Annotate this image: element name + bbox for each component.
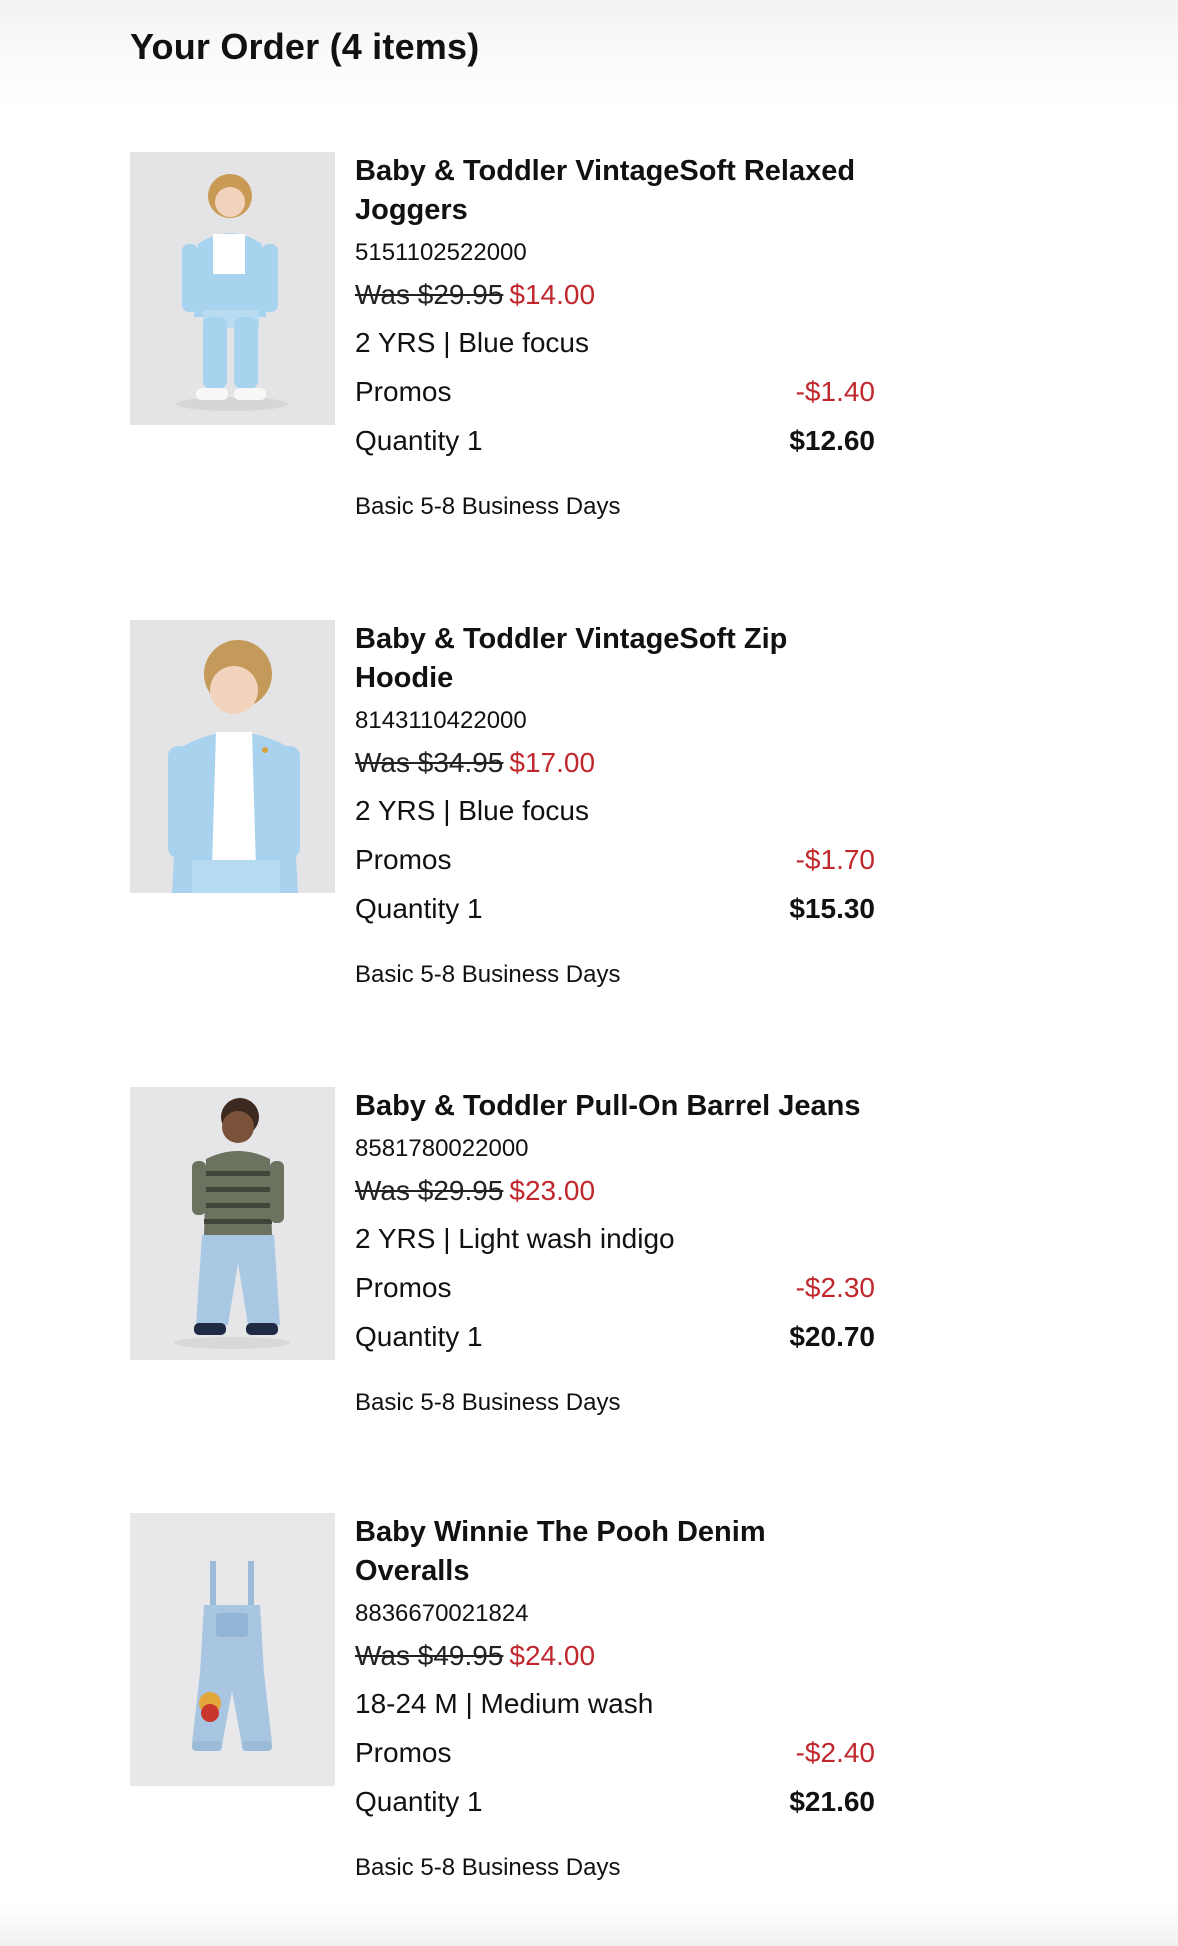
promos-label: Promos: [355, 1272, 452, 1303]
sale-price: $14.00: [509, 279, 596, 310]
quantity-row: Quantity 1 $20.70: [355, 1318, 875, 1356]
product-sku: 5151102522000: [355, 239, 527, 266]
quantity-row: Quantity 1 $21.60: [355, 1783, 875, 1821]
shipping-method: Basic 5-8 Business Days: [355, 493, 621, 520]
page-title: Your Order (4 items): [130, 26, 480, 67]
product-image[interactable]: [130, 1513, 335, 1786]
order-item: Baby & Toddler VintageSoft Zip Hoodie 81…: [130, 620, 890, 1040]
order-item: Baby & Toddler Pull-On Barrel Jeans 8581…: [130, 1087, 890, 1507]
promos-value: -$1.40: [795, 376, 875, 407]
size-color-variant: 18-24 M | Medium wash: [355, 1688, 654, 1719]
quantity-row: Quantity 1 $15.30: [355, 890, 875, 928]
sale-price: $17.00: [509, 747, 596, 778]
product-image[interactable]: [130, 620, 335, 893]
product-name[interactable]: Baby & Toddler Pull-On Barrel Jeans: [355, 1087, 875, 1126]
promos-row: Promos -$2.30: [355, 1269, 875, 1307]
quantity-label: Quantity 1: [355, 1321, 483, 1352]
price-line: Was $49.95 $24.00: [355, 1637, 875, 1675]
promos-label: Promos: [355, 376, 452, 407]
product-name[interactable]: Baby & Toddler VintageSoft Relaxed Jogge…: [355, 152, 875, 230]
promos-value: -$2.40: [795, 1737, 875, 1768]
shipping-method: Basic 5-8 Business Days: [355, 961, 621, 988]
size-color-variant: 2 YRS | Blue focus: [355, 327, 589, 358]
order-item: Baby Winnie The Pooh Denim Overalls 8836…: [130, 1513, 890, 1933]
quantity-label: Quantity 1: [355, 1786, 483, 1817]
product-sku: 8836670021824: [355, 1600, 529, 1627]
promos-value: -$2.30: [795, 1272, 875, 1303]
was-price: Was $34.95: [355, 747, 504, 778]
sale-price: $24.00: [509, 1640, 596, 1671]
was-price: Was $29.95: [355, 1175, 504, 1206]
product-image[interactable]: [130, 152, 335, 425]
price-line: Was $29.95 $23.00: [355, 1172, 875, 1210]
size-color-variant: 2 YRS | Light wash indigo: [355, 1223, 675, 1254]
footer-backdrop: [0, 1906, 1178, 1946]
item-details: Baby & Toddler Pull-On Barrel Jeans 8581…: [355, 1087, 875, 1420]
price-line: Was $34.95 $17.00: [355, 744, 875, 782]
quantity-row: Quantity 1 $12.60: [355, 422, 875, 460]
was-price: Was $29.95: [355, 279, 504, 310]
size-color-variant: 2 YRS | Blue focus: [355, 795, 589, 826]
was-price: Was $49.95: [355, 1640, 504, 1671]
sale-price: $23.00: [509, 1175, 596, 1206]
product-name[interactable]: Baby Winnie The Pooh Denim Overalls: [355, 1513, 875, 1591]
line-total: $20.70: [789, 1321, 875, 1352]
promos-label: Promos: [355, 1737, 452, 1768]
quantity-label: Quantity 1: [355, 425, 483, 456]
promos-row: Promos -$2.40: [355, 1734, 875, 1772]
item-details: Baby & Toddler VintageSoft Zip Hoodie 81…: [355, 620, 875, 992]
product-sku: 8143110422000: [355, 707, 527, 734]
quantity-label: Quantity 1: [355, 893, 483, 924]
product-sku: 8581780022000: [355, 1135, 529, 1162]
product-image[interactable]: [130, 1087, 335, 1360]
line-total: $21.60: [789, 1786, 875, 1817]
line-total: $12.60: [789, 425, 875, 456]
promos-value: -$1.70: [795, 844, 875, 875]
item-details: Baby & Toddler VintageSoft Relaxed Jogge…: [355, 152, 875, 524]
price-line: Was $29.95 $14.00: [355, 276, 875, 314]
promos-row: Promos -$1.40: [355, 373, 875, 411]
promos-label: Promos: [355, 844, 452, 875]
order-item: Baby & Toddler VintageSoft Relaxed Jogge…: [130, 152, 890, 572]
shipping-method: Basic 5-8 Business Days: [355, 1854, 621, 1881]
item-details: Baby Winnie The Pooh Denim Overalls 8836…: [355, 1513, 875, 1885]
promos-row: Promos -$1.70: [355, 841, 875, 879]
line-total: $15.30: [789, 893, 875, 924]
shipping-method: Basic 5-8 Business Days: [355, 1389, 621, 1416]
product-name[interactable]: Baby & Toddler VintageSoft Zip Hoodie: [355, 620, 875, 698]
